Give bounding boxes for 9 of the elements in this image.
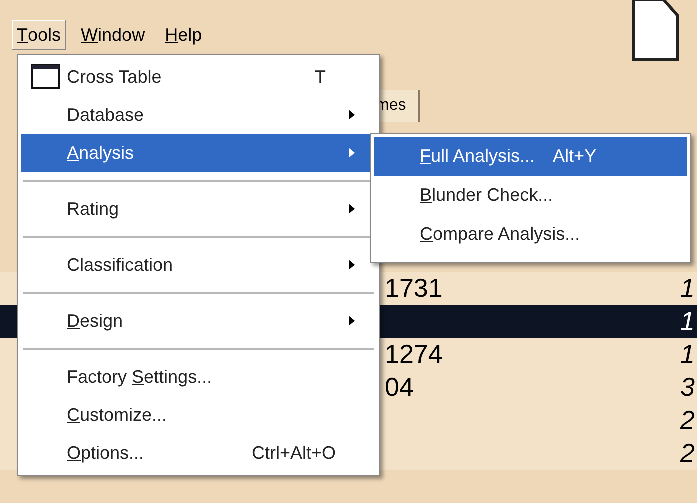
- table-cell-text: 1: [680, 305, 695, 338]
- table-cell-text: 2: [680, 437, 695, 470]
- table-cell-text: 2: [680, 404, 695, 437]
- table-cell-text: 1: [680, 272, 695, 305]
- table-cell-text: 1731: [385, 272, 443, 305]
- table-cell-text: 3: [680, 371, 695, 404]
- table-cell-text: 1274: [385, 338, 443, 371]
- table-cell-text: 1: [680, 338, 695, 371]
- table-cell-text: 04: [385, 371, 414, 404]
